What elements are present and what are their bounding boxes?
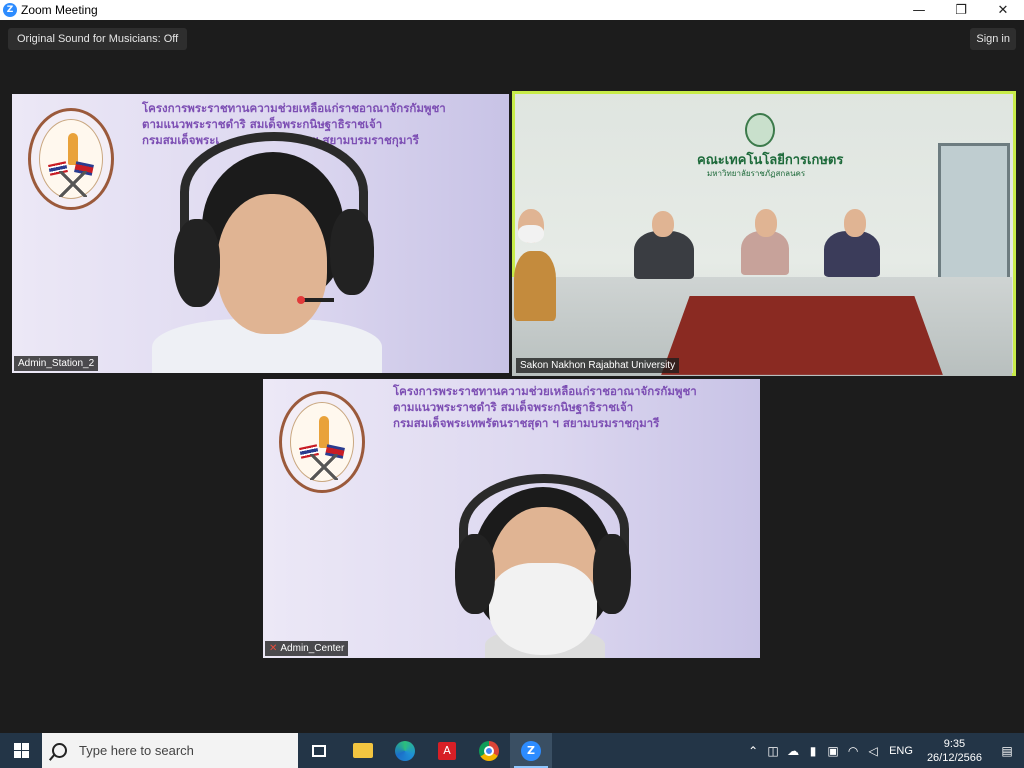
taskbar-clock[interactable]: 9:35 26/12/2566 <box>919 737 990 765</box>
cloud-off-icon[interactable]: ☁ <box>783 744 803 758</box>
wifi-icon[interactable]: ◠ <box>843 744 863 758</box>
person-3 <box>741 231 789 275</box>
person-4 <box>824 231 880 277</box>
search-placeholder: Type here to search <box>79 743 194 758</box>
minimize-button[interactable]: — <box>898 0 940 20</box>
university-emblem <box>745 113 775 147</box>
sign-in-button[interactable]: Sign in <box>970 28 1016 50</box>
input-language[interactable]: ENG <box>883 745 919 757</box>
volume-icon[interactable]: ◁ <box>863 744 883 758</box>
clock-time: 9:35 <box>943 737 966 750</box>
windows-logo-icon <box>13 743 29 758</box>
taskbar-search-box[interactable]: Type here to search <box>42 733 298 768</box>
chrome-icon <box>479 740 499 761</box>
notification-icon[interactable]: ▤ <box>990 744 1024 758</box>
task-view-button[interactable] <box>298 733 340 768</box>
participant-name-tag: Admin_Station_2 <box>14 356 99 371</box>
file-explorer-button[interactable] <box>342 733 384 768</box>
person-1-mask <box>518 225 544 243</box>
edge-button[interactable] <box>384 733 426 768</box>
folder-icon <box>353 743 373 758</box>
security-icon[interactable]: ▣ <box>823 744 843 758</box>
close-button[interactable]: ✕ <box>982 0 1024 20</box>
banner-line-3: กรมสมเด็จพระเทพรัตนราชสุดา ฯ สยามบรมราชก… <box>393 416 660 430</box>
headphone-cup-right <box>330 209 374 295</box>
video-tile-admin-center[interactable]: โครงการพระราชทานความช่วยเหลือแก่ราชอาณาจ… <box>263 379 760 658</box>
table-red-panel <box>661 295 943 375</box>
clock-date: 26/12/2566 <box>926 751 982 764</box>
headphone-cup-left <box>455 534 495 614</box>
muted-mic-icon: ✕ <box>269 643 278 654</box>
headphone-cup-left <box>174 219 220 307</box>
task-view-icon <box>312 744 326 757</box>
acrobat-icon: A <box>438 741 456 760</box>
restore-button[interactable]: ❐ <box>940 0 982 20</box>
banner-line-3a: กรมสมเด็จพระเ <box>142 133 220 147</box>
window-titlebar: Z Zoom Meeting — ❐ ✕ <box>0 0 1024 20</box>
video-tile-sakon-nakhon[interactable]: คณะเทคโนโลยีการเกษตร มหาวิทยาลัยราชภัฏสก… <box>512 91 1016 376</box>
participant-mask <box>489 563 597 655</box>
participant-face <box>217 194 327 334</box>
banner-line-2: ตามแนวพระราชดำริ สมเด็จพระกนิษฐาธิราชเจ้… <box>393 400 634 414</box>
project-logo <box>28 108 114 210</box>
system-tray: ⌃ ◫ ☁ ▮ ▣ ◠ ◁ ENG 9:35 26/12/2566 ▤ <box>743 733 1024 768</box>
project-logo <box>279 391 365 493</box>
person-3-head <box>755 209 777 237</box>
start-button[interactable] <box>0 733 42 768</box>
zoom-taskbar-button[interactable]: Z <box>510 733 552 768</box>
wall-subtitle: มหาวิทยาลัยราชภัฏสกลนคร <box>707 169 806 178</box>
participant-name-tag: ✕ Admin_Center <box>265 641 349 656</box>
person-4-head <box>844 209 866 237</box>
video-tile-admin-station-2[interactable]: โครงการพระราชทานความช่วยเหลือแก่ราชอาณาจ… <box>12 94 509 373</box>
chrome-button[interactable] <box>468 733 510 768</box>
zoom-app-icon: Z <box>3 3 17 17</box>
search-icon <box>52 743 67 758</box>
microphone-icon[interactable]: ▮ <box>803 744 823 758</box>
person-1 <box>514 251 556 321</box>
edge-icon <box>395 740 415 761</box>
zoom-icon: Z <box>521 740 541 761</box>
window-title: Zoom Meeting <box>21 3 98 17</box>
banner-line-2: ตามแนวพระราชดำริ สมเด็จพระกนิษฐาธิราชเจ้… <box>142 117 383 131</box>
person-2 <box>634 231 694 279</box>
original-sound-button[interactable]: Original Sound for Musicians: Off <box>8 28 188 50</box>
acrobat-button[interactable]: A <box>426 733 468 768</box>
camera-icon[interactable]: ◫ <box>763 744 783 758</box>
person-2-head <box>652 211 674 237</box>
banner-line-1: โครงการพระราชทานความช่วยเหลือแก่ราชอาณาจ… <box>142 101 446 115</box>
participant-name-tag: Sakon Nakhon Rajabhat University <box>516 358 680 373</box>
windows-taskbar: Type here to search A Z ⌃ ◫ ☁ ▮ ▣ ◠ ◁ EN… <box>0 733 1024 768</box>
chevron-up-icon[interactable]: ⌃ <box>743 744 763 758</box>
banner-line-1: โครงการพระราชทานความช่วยเหลือแก่ราชอาณาจ… <box>393 384 697 398</box>
headphone-cup-right <box>593 534 631 614</box>
